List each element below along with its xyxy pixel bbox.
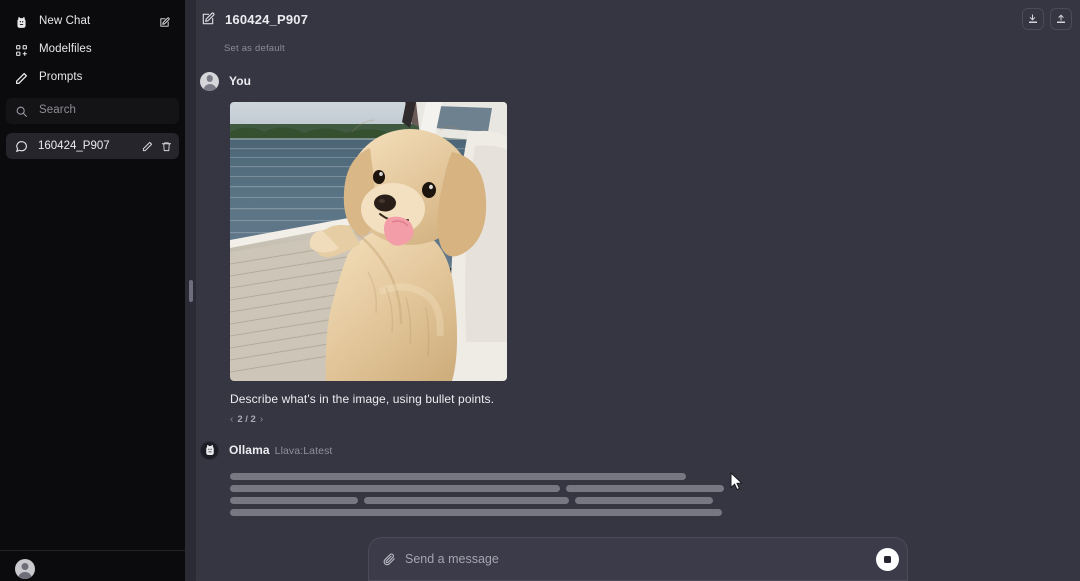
skeleton-bar [364, 497, 569, 504]
sidebar-item-new-chat[interactable]: New Chat [6, 8, 179, 36]
delete-chat-icon[interactable] [160, 140, 172, 152]
modelfiles-icon [14, 43, 29, 58]
message-input[interactable] [405, 552, 867, 566]
sidebar-resize-handle[interactable] [185, 0, 196, 581]
paperclip-icon[interactable] [381, 552, 396, 567]
message-thread: You Describe what's in the image, using … [196, 60, 1080, 581]
search-placeholder: Search [39, 104, 77, 117]
skeleton-bar [230, 473, 686, 480]
skeleton-bar [566, 485, 724, 492]
composer-area [196, 537, 1080, 581]
sidebar-footer [0, 550, 185, 581]
sidebar-item-label: Modelfiles [39, 43, 92, 56]
puppy-on-boat-photo [230, 102, 507, 381]
user-avatar [200, 71, 219, 91]
variant-counter: 2 / 2 [237, 414, 256, 425]
skeleton-bar [230, 497, 358, 504]
assistant-message: Ollama Llava:Latest [196, 439, 1080, 516]
top-bar-right [1022, 8, 1072, 30]
chat-bubble-icon [14, 139, 29, 154]
chat-list-item-title: 160424_P907 [38, 140, 110, 152]
skeleton-row [230, 509, 1068, 516]
skeleton-row [230, 497, 1068, 504]
compose-icon[interactable] [157, 15, 171, 29]
sidebar-item-label: New Chat [39, 15, 91, 28]
skeleton-bar [230, 485, 560, 492]
variant-prev-button[interactable]: ‹ [230, 414, 233, 425]
llama-icon [14, 15, 29, 30]
download-chat-button[interactable] [1022, 8, 1044, 30]
download-icon [1027, 13, 1039, 25]
stop-square-icon [884, 555, 891, 563]
pencil-icon [14, 71, 29, 86]
app-root: New Chat Modelfiles Prompts Search 16042… [0, 0, 1080, 581]
stop-generating-button[interactable] [876, 547, 899, 571]
set-as-default-button[interactable]: Set as default [224, 43, 285, 54]
chat-item-actions [141, 140, 172, 152]
rename-chat-icon[interactable] [141, 140, 153, 152]
loading-skeleton [230, 473, 1068, 516]
chat-list: 160424_P907 [6, 133, 179, 159]
variant-next-button[interactable]: › [260, 414, 263, 425]
resize-grip[interactable] [188, 279, 193, 302]
main-panel: 160424_P907 Set as default You Describe … [196, 0, 1080, 581]
sidebar-item-modelfiles[interactable]: Modelfiles [6, 36, 179, 64]
user-message-text: Describe what's in the image, using bull… [230, 392, 495, 406]
set-default-row: Set as default [196, 38, 1080, 60]
skeleton-row [230, 485, 1068, 492]
search-input[interactable]: Search [6, 98, 179, 124]
skeleton-row [230, 473, 1068, 480]
user-message: You Describe what's in the image, using … [196, 70, 1080, 425]
sidebar-item-prompts[interactable]: Prompts [6, 64, 179, 92]
upload-icon [1055, 13, 1067, 25]
assistant-model-tag: Llava:Latest [274, 445, 333, 457]
top-bar-left: 160424_P907 [200, 11, 1022, 27]
message-sender: You [229, 74, 252, 88]
search-icon [14, 104, 29, 119]
variant-navigation: ‹ 2 / 2 › [230, 414, 1068, 425]
avatar[interactable] [15, 559, 35, 579]
sidebar-item-label: Prompts [39, 71, 83, 84]
assistant-message-body [196, 473, 1068, 516]
page-title: 160424_P907 [225, 11, 309, 27]
message-header: You [196, 70, 1068, 92]
skeleton-bar [230, 509, 722, 516]
message-sender: Ollama Llava:Latest [229, 443, 332, 457]
ollama-avatar [200, 440, 219, 460]
user-message-body: Describe what's in the image, using bull… [196, 102, 1068, 425]
sidebar: New Chat Modelfiles Prompts Search 16042… [0, 0, 185, 581]
chat-list-item[interactable]: 160424_P907 [6, 133, 179, 159]
skeleton-bar [575, 497, 713, 504]
compose-icon[interactable] [200, 11, 216, 27]
attached-image[interactable] [230, 102, 507, 381]
composer [368, 537, 908, 581]
message-header: Ollama Llava:Latest [196, 439, 1068, 461]
assistant-name: Ollama [229, 443, 270, 457]
upload-chat-button[interactable] [1050, 8, 1072, 30]
llama-icon [205, 445, 214, 455]
top-bar: 160424_P907 [196, 0, 1080, 38]
